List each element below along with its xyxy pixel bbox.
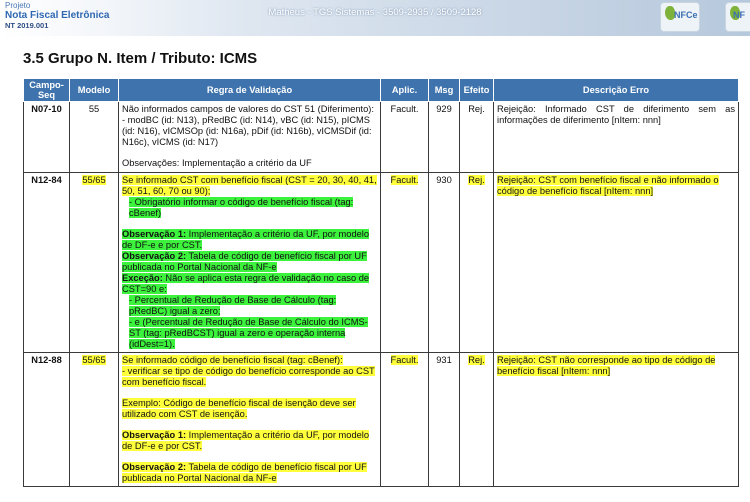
col-header-modelo: Modelo: [69, 78, 119, 102]
obs1-label: Observação 1:: [122, 229, 187, 239]
efeito-highlight: Rej.: [468, 175, 485, 185]
cell-erro: Rejeição: Informado CST de diferimento s…: [493, 101, 739, 173]
rule-example: Exemplo: Código de benefício fiscal de i…: [122, 398, 356, 419]
col-header-campo: Campo-Seq: [23, 78, 70, 102]
col-header-erro: Descrição Erro: [493, 78, 739, 102]
cell-efeito: Rej.: [459, 172, 494, 353]
cell-regra: Não informados campos de valores do CST …: [118, 101, 381, 173]
cell-msg: 931: [428, 352, 460, 487]
col-header-msg: Msg: [428, 78, 460, 102]
window-title: Matheus - TGS Sistemas - 3509-2935 / 350…: [268, 7, 482, 18]
section-title: 3.5 Grupo N. Item / Tributo: ICMS: [23, 50, 258, 67]
cell-aplic: Facult.: [380, 172, 429, 353]
cell-msg: 930: [428, 172, 460, 353]
nfce-logo: NFCe: [660, 2, 700, 32]
erro-highlight: Rejeição: CST com benefício fiscal e não…: [497, 175, 719, 196]
document-header: Projeto Nota Fiscal Eletrônica NT 2019.0…: [0, 0, 750, 36]
cell-modelo: 55: [69, 101, 119, 173]
obs2-label: Observação 2:: [122, 462, 187, 472]
obs1-label: Observação 1:: [122, 430, 187, 440]
rule-line1: Se informado código de benefício fiscal …: [122, 355, 343, 365]
cell-efeito: Rej.: [459, 352, 494, 487]
erro-highlight: Rejeição: CST não corresponde ao tipo de…: [497, 355, 716, 376]
cell-regra: Se informado CST com benefício fiscal (C…: [118, 172, 381, 353]
table-row: N12-84 55/65 Se informado CST com benefí…: [23, 172, 739, 353]
table-row: N12-88 55/65 Se informado código de bene…: [23, 352, 739, 487]
cell-erro: Rejeição: CST com benefício fiscal e não…: [493, 172, 739, 353]
cell-erro: Rejeição: CST não corresponde ao tipo de…: [493, 352, 739, 487]
cell-campo: N12-88: [23, 352, 70, 487]
cell-aplic: Facult.: [380, 101, 429, 173]
col-header-efeito: Efeito: [459, 78, 494, 102]
exc-label: Exceção:: [122, 273, 163, 283]
cell-campo: N12-84: [23, 172, 70, 353]
rule-line1: Se informado CST com benefício fiscal (C…: [122, 175, 377, 196]
rule-line2: - Obrigatório informar o código de benef…: [129, 197, 354, 218]
modelo-highlight: 55/65: [82, 355, 106, 365]
rule-text: Não informados campos de valores do CST …: [122, 104, 374, 147]
exc-item2: - e (Percentual de Redução de Base de Cá…: [129, 317, 368, 349]
cell-modelo: 55/65: [69, 172, 119, 353]
cell-msg: 929: [428, 101, 460, 173]
rule-obs: Observações: Implementação a critério da…: [122, 158, 312, 168]
cell-aplic: Facult.: [380, 352, 429, 487]
cell-modelo: 55/65: [69, 352, 119, 487]
table-row: N07-10 55 Não informados campos de valor…: [23, 101, 739, 173]
aplic-highlight: Facult.: [390, 175, 419, 185]
cell-efeito: Rej.: [459, 101, 494, 173]
nf-logo-text: NF: [733, 10, 745, 20]
validation-table: Campo-Seq Modelo Regra de Validação Apli…: [23, 78, 739, 487]
nfce-logo-text: NFCe: [674, 10, 698, 20]
nf-logo: NF: [725, 2, 750, 32]
efeito-highlight: Rej.: [468, 355, 485, 365]
modelo-highlight: 55/65: [82, 175, 106, 185]
rule-line2: - verificar se tipo de código do benefíc…: [122, 366, 375, 387]
exc-item1: - Percentual de Redução de Base de Cálcu…: [129, 295, 337, 316]
col-header-aplic: Aplic.: [380, 78, 429, 102]
doc-code: NT 2019.001: [5, 21, 49, 30]
cell-campo: N07-10: [23, 101, 70, 173]
col-header-regra: Regra de Validação: [118, 78, 381, 102]
table-header-row: Campo-Seq Modelo Regra de Validação Apli…: [23, 78, 739, 102]
obs2-label: Observação 2:: [122, 251, 187, 261]
cell-regra: Se informado código de benefício fiscal …: [118, 352, 381, 487]
aplic-highlight: Facult.: [390, 355, 419, 365]
